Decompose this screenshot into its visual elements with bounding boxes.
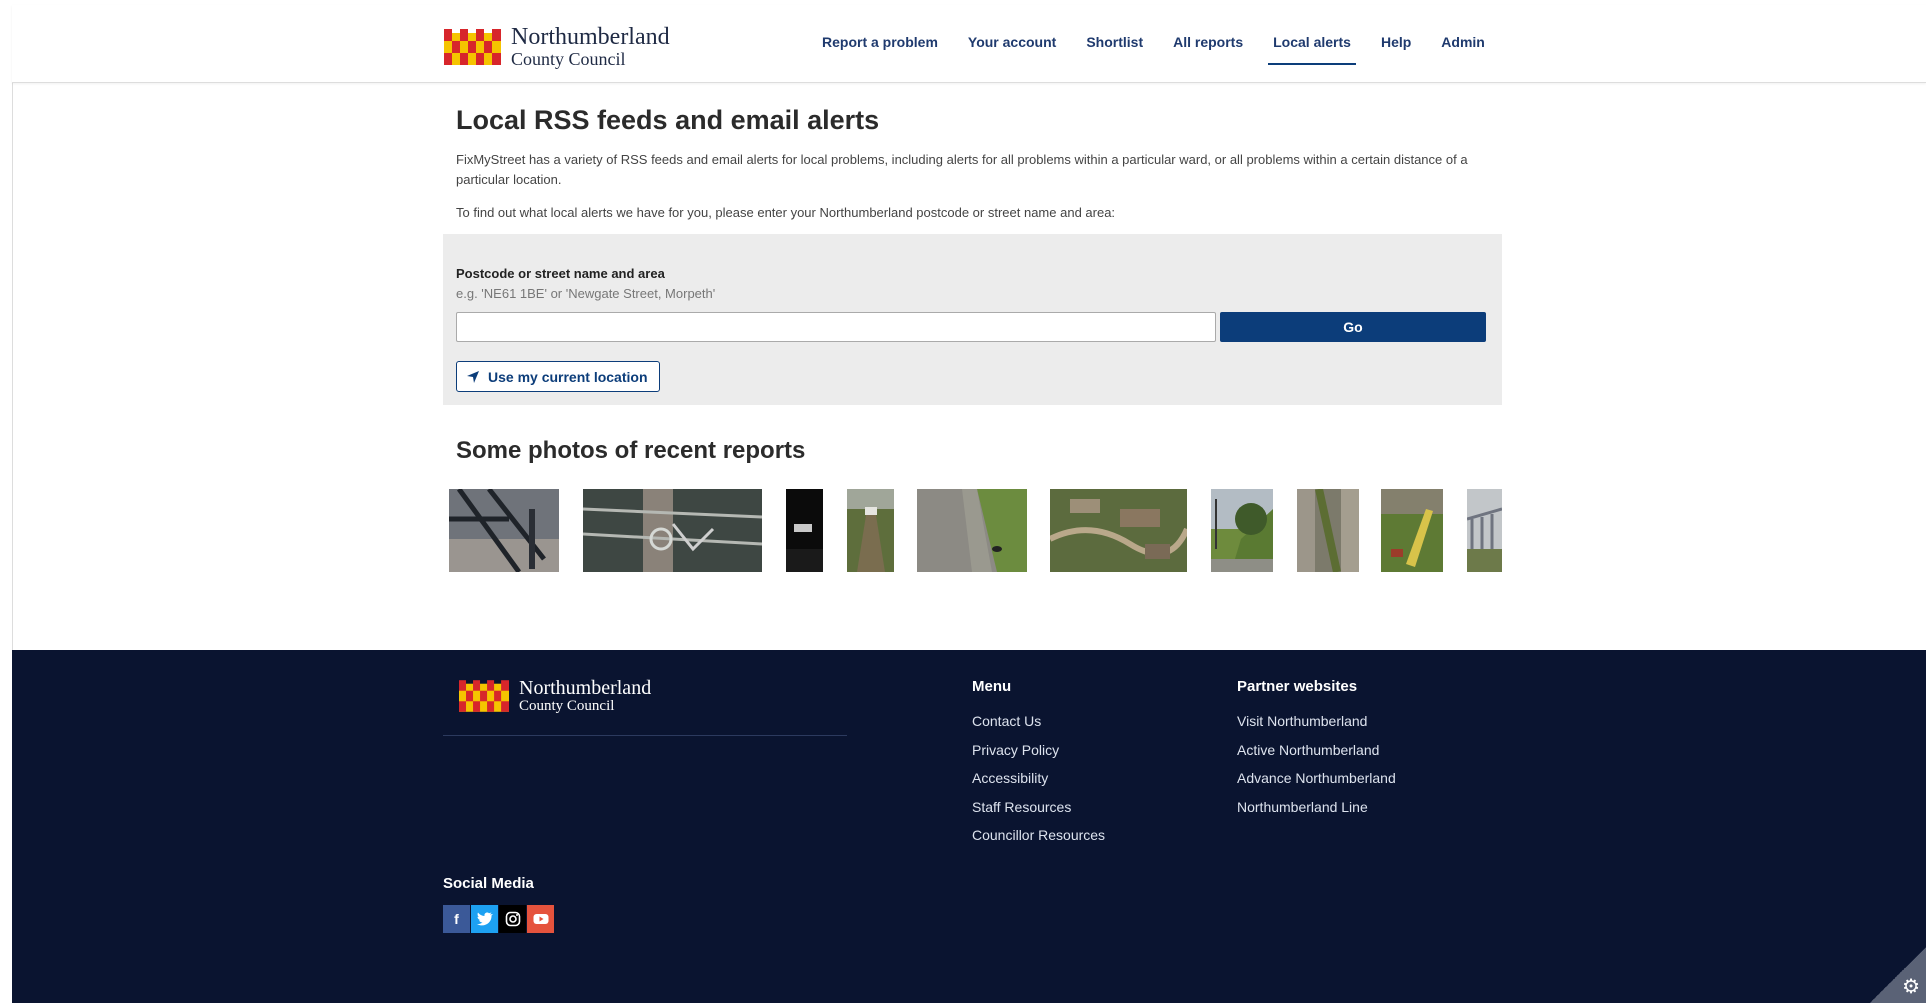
report-photo[interactable]	[583, 489, 762, 572]
twitter-icon[interactable]	[471, 905, 498, 933]
footer-link-contact-us[interactable]: Contact Us	[972, 707, 1105, 736]
nav-local-alerts[interactable]: Local alerts	[1258, 5, 1366, 83]
report-photo[interactable]	[1381, 489, 1443, 572]
footer-link-privacy-policy[interactable]: Privacy Policy	[972, 736, 1105, 765]
footer-partners-title: Partner websites	[1237, 678, 1358, 695]
site-footer: Northumberland County Council Menu Conta…	[12, 650, 1926, 1003]
main-content: Local RSS feeds and email alerts FixMySt…	[456, 105, 1496, 223]
logo-line-1: Northumberland	[511, 24, 670, 50]
postcode-input[interactable]	[456, 312, 1216, 342]
nav-report-problem[interactable]: Report a problem	[807, 5, 953, 83]
nav-admin[interactable]: Admin	[1426, 5, 1500, 83]
report-photo[interactable]	[1050, 489, 1187, 572]
settings-corner[interactable]: ⚙	[1870, 947, 1926, 1003]
report-photo[interactable]	[1467, 489, 1502, 572]
report-photo[interactable]	[847, 489, 894, 572]
northumberland-flag-icon	[444, 28, 501, 65]
location-arrow-icon	[467, 370, 479, 383]
report-photo[interactable]	[1211, 489, 1273, 572]
report-photo[interactable]	[1297, 489, 1359, 572]
footer-menu: Menu Contact Us Privacy Policy Accessibi…	[972, 678, 1105, 850]
nav-help[interactable]: Help	[1366, 5, 1426, 83]
main-nav: Report a problem Your account Shortlist …	[807, 5, 1500, 83]
footer-link-councillor-resources[interactable]: Councillor Resources	[972, 821, 1105, 850]
location-button-label: Use my current location	[488, 368, 648, 385]
report-photo[interactable]	[449, 489, 559, 572]
report-photo[interactable]	[917, 489, 1027, 572]
instagram-icon[interactable]	[499, 905, 526, 933]
footer-council-logo[interactable]: Northumberland County Council	[459, 678, 651, 714]
footer-menu-title: Menu	[972, 678, 1012, 695]
council-logo[interactable]: Northumberland County Council	[444, 25, 670, 68]
youtube-icon[interactable]	[527, 905, 554, 933]
nav-shortlist[interactable]: Shortlist	[1071, 5, 1158, 83]
page-title: Local RSS feeds and email alerts	[456, 105, 880, 135]
intro-text: FixMyStreet has a variety of RSS feeds a…	[456, 152, 1468, 187]
nav-your-account[interactable]: Your account	[953, 5, 1071, 83]
footer-link-accessibility[interactable]: Accessibility	[972, 764, 1105, 793]
instruction-text: To find out what local alerts we have fo…	[456, 205, 1116, 220]
facebook-icon[interactable]: f	[443, 905, 470, 933]
footer-partner-websites: Partner websites Visit Northumberland Ac…	[1237, 678, 1396, 821]
footer-link-staff-resources[interactable]: Staff Resources	[972, 793, 1105, 822]
logo-wordmark: Northumberland County Council	[511, 25, 670, 68]
search-hint: e.g. 'NE61 1BE' or 'Newgate Street, Morp…	[456, 286, 716, 301]
gear-icon: ⚙	[1902, 976, 1920, 998]
search-label: Postcode or street name and area	[456, 266, 665, 281]
northumberland-flag-icon	[459, 680, 509, 712]
footer-link-visit-northumberland[interactable]: Visit Northumberland	[1237, 707, 1396, 736]
footer-logo-wordmark: Northumberland County Council	[519, 678, 651, 714]
logo-line-2: County Council	[511, 49, 626, 69]
social-media-title: Social Media	[443, 875, 534, 892]
postcode-search-form: Postcode or street name and area e.g. 'N…	[443, 234, 1502, 405]
nav-all-reports[interactable]: All reports	[1158, 5, 1258, 83]
site-header: Northumberland County Council Report a p…	[12, 5, 1926, 83]
footer-logo-line-2: County Council	[519, 698, 615, 714]
footer-link-active-northumberland[interactable]: Active Northumberland	[1237, 736, 1396, 765]
report-photo[interactable]	[786, 489, 823, 572]
footer-logo-line-1: Northumberland	[519, 677, 652, 699]
go-button[interactable]: Go	[1220, 312, 1486, 342]
recent-photos-title: Some photos of recent reports	[456, 437, 806, 464]
footer-divider	[443, 735, 847, 736]
footer-link-advance-northumberland[interactable]: Advance Northumberland	[1237, 764, 1396, 793]
footer-link-northumberland-line[interactable]: Northumberland Line	[1237, 793, 1396, 822]
use-current-location-button[interactable]: Use my current location	[456, 361, 660, 392]
social-media-links: f	[443, 905, 554, 933]
